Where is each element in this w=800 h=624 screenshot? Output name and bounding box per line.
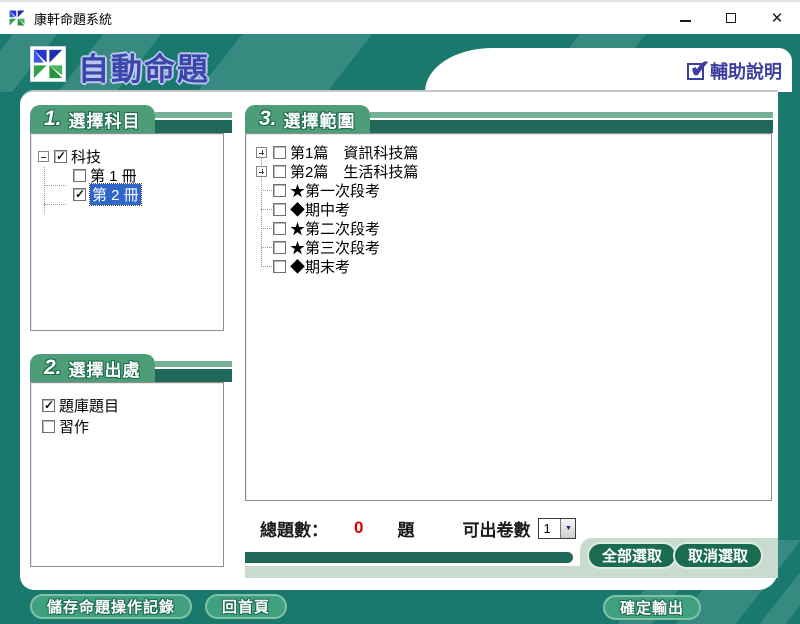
- deselect-all-button[interactable]: 取消選取: [673, 542, 763, 569]
- panel-source-title: 選擇出處: [69, 356, 141, 381]
- dropdown-button[interactable]: ▼: [560, 519, 575, 538]
- checkbox-final-exam[interactable]: [273, 260, 286, 273]
- source-item-label[interactable]: 題庫題目: [59, 395, 119, 416]
- panel-source-bar: [155, 354, 232, 382]
- panel-source-tab: 2. 選擇出處: [30, 354, 155, 382]
- help-button[interactable]: ✔ 輔助說明: [687, 58, 782, 84]
- range-tree: 第1篇 資訊科技篇 第2篇 生活科技篇 ★第一次段考 ◆期中考 ★第二次段考: [245, 133, 772, 501]
- tree-item-label-selected[interactable]: 第 2 冊: [90, 184, 141, 205]
- bottom-divider-bar: [245, 552, 573, 563]
- tree-item-label[interactable]: 科技: [71, 146, 101, 167]
- checkbox-book1[interactable]: [73, 169, 86, 182]
- content-card: 1. 選擇科目 科技 第 1 冊 第 2 冊: [20, 90, 778, 590]
- help-button-label: 輔助說明: [710, 58, 782, 84]
- select-all-label: 全部選取: [602, 545, 662, 566]
- tree-row-subject-root: 科技: [38, 147, 223, 166]
- deselect-all-label: 取消選取: [688, 545, 748, 566]
- panel-subject-number: 1.: [44, 107, 62, 131]
- range-item-label[interactable]: 第2篇 生活科技篇: [290, 161, 418, 182]
- panel-subject-bar: [155, 105, 232, 133]
- panel-source-number: 2.: [44, 356, 62, 380]
- panel-range-bar: [370, 105, 773, 133]
- checkbox-question-bank[interactable]: [42, 399, 55, 412]
- tree-item-label[interactable]: 第 1 冊: [90, 165, 137, 186]
- checkbox-exam1[interactable]: [273, 184, 286, 197]
- minimize-button[interactable]: [662, 2, 708, 34]
- checkbox-chapter1[interactable]: [273, 146, 286, 159]
- app-logo-icon: [8, 9, 26, 27]
- maximize-icon: [726, 13, 736, 23]
- window-title: 康軒命題系統: [34, 9, 112, 28]
- source-list: 題庫題目 習作: [30, 382, 224, 567]
- panel-range-header: 3. 選擇範圍: [245, 105, 773, 133]
- range-row-chapter2: 第2篇 生活科技篇: [256, 162, 771, 181]
- home-button[interactable]: 回首頁: [205, 594, 287, 619]
- panel-subject-header: 1. 選擇科目: [30, 105, 232, 133]
- panel-range-number: 3.: [259, 107, 277, 131]
- save-log-label: 儲存命題操作記錄: [47, 596, 175, 617]
- range-item-label[interactable]: 第1篇 資訊科技篇: [290, 142, 418, 163]
- checkbox-chapter2[interactable]: [273, 165, 286, 178]
- window-controls: ✕: [662, 2, 800, 34]
- chevron-down-icon: ▼: [565, 525, 572, 532]
- expand-plus-icon[interactable]: [256, 166, 267, 177]
- checkbox-exam3[interactable]: [273, 241, 286, 254]
- source-row-bank: 題庫題目: [42, 395, 223, 416]
- range-item-label[interactable]: ★第二次段考: [290, 218, 380, 239]
- range-row-exam1: ★第一次段考: [256, 181, 771, 200]
- select-all-button[interactable]: 全部選取: [587, 542, 677, 569]
- subject-tree: 科技 第 1 冊 第 2 冊: [30, 133, 224, 331]
- paper-count-value: 1: [539, 519, 560, 538]
- paper-count-label: 可出卷數: [462, 516, 530, 541]
- tree-row-book1: 第 1 冊: [38, 166, 223, 185]
- minimize-icon: [680, 20, 691, 22]
- panel-range-tab: 3. 選擇範圍: [245, 105, 370, 133]
- confirm-output-button[interactable]: 確定輸出: [603, 595, 701, 620]
- page-title: 自動命題: [78, 44, 210, 89]
- confirm-output-label: 確定輸出: [620, 597, 684, 618]
- panel-subject-tab: 1. 選擇科目: [30, 105, 155, 133]
- app-logo: [30, 46, 66, 82]
- home-label: 回首頁: [222, 596, 270, 617]
- source-row-workbook: 習作: [42, 416, 223, 437]
- range-row-exam2: ★第二次段考: [256, 219, 771, 238]
- range-item-label[interactable]: ◆期中考: [290, 199, 350, 220]
- total-questions-value: 0: [354, 518, 363, 538]
- range-row-exam3: ★第三次段考: [256, 238, 771, 257]
- application-window: 康軒命題系統 ✕ 自動命題 ✔ 輔助說明: [0, 0, 800, 624]
- window-titlebar: 康軒命題系統 ✕: [0, 0, 800, 34]
- range-row-chapter1: 第1篇 資訊科技篇: [256, 143, 771, 162]
- panel-range-title: 選擇範圍: [284, 107, 356, 132]
- range-item-label[interactable]: ★第三次段考: [290, 237, 380, 258]
- save-log-button[interactable]: 儲存命題操作記錄: [30, 594, 192, 619]
- tree-connector: [44, 204, 66, 205]
- paper-count-select[interactable]: 1 ▼: [538, 518, 576, 539]
- checkbox-workbook[interactable]: [42, 420, 55, 433]
- header-band: 自動命題 ✔ 輔助說明: [0, 34, 800, 92]
- range-item-label[interactable]: ★第一次段考: [290, 180, 380, 201]
- expand-plus-icon[interactable]: [256, 147, 267, 158]
- source-item-label[interactable]: 習作: [59, 416, 89, 437]
- expand-minus-icon[interactable]: [38, 151, 49, 162]
- range-row-midterm: ◆期中考: [256, 200, 771, 219]
- checkbox-book2[interactable]: [73, 188, 86, 201]
- close-icon: ✕: [771, 11, 784, 26]
- checkbox-subject-root[interactable]: [54, 150, 67, 163]
- help-checkbox-icon: ✔: [687, 63, 704, 80]
- maximize-button[interactable]: [708, 2, 754, 34]
- range-row-final: ◆期末考: [256, 257, 771, 276]
- total-questions-label: 總題數：: [260, 516, 328, 541]
- panel-source-header: 2. 選擇出處: [30, 354, 232, 382]
- checkbox-exam2[interactable]: [273, 222, 286, 235]
- stats-row: 總題數： 0 題 可出卷數 1 ▼: [260, 514, 576, 542]
- check-icon: ✔: [690, 55, 710, 84]
- tree-row-book2: 第 2 冊: [38, 185, 223, 204]
- checkbox-midterm[interactable]: [273, 203, 286, 216]
- range-item-label[interactable]: ◆期末考: [290, 256, 350, 277]
- panel-subject-title: 選擇科目: [69, 107, 141, 132]
- total-questions-unit: 題: [397, 516, 414, 541]
- close-button[interactable]: ✕: [754, 2, 800, 34]
